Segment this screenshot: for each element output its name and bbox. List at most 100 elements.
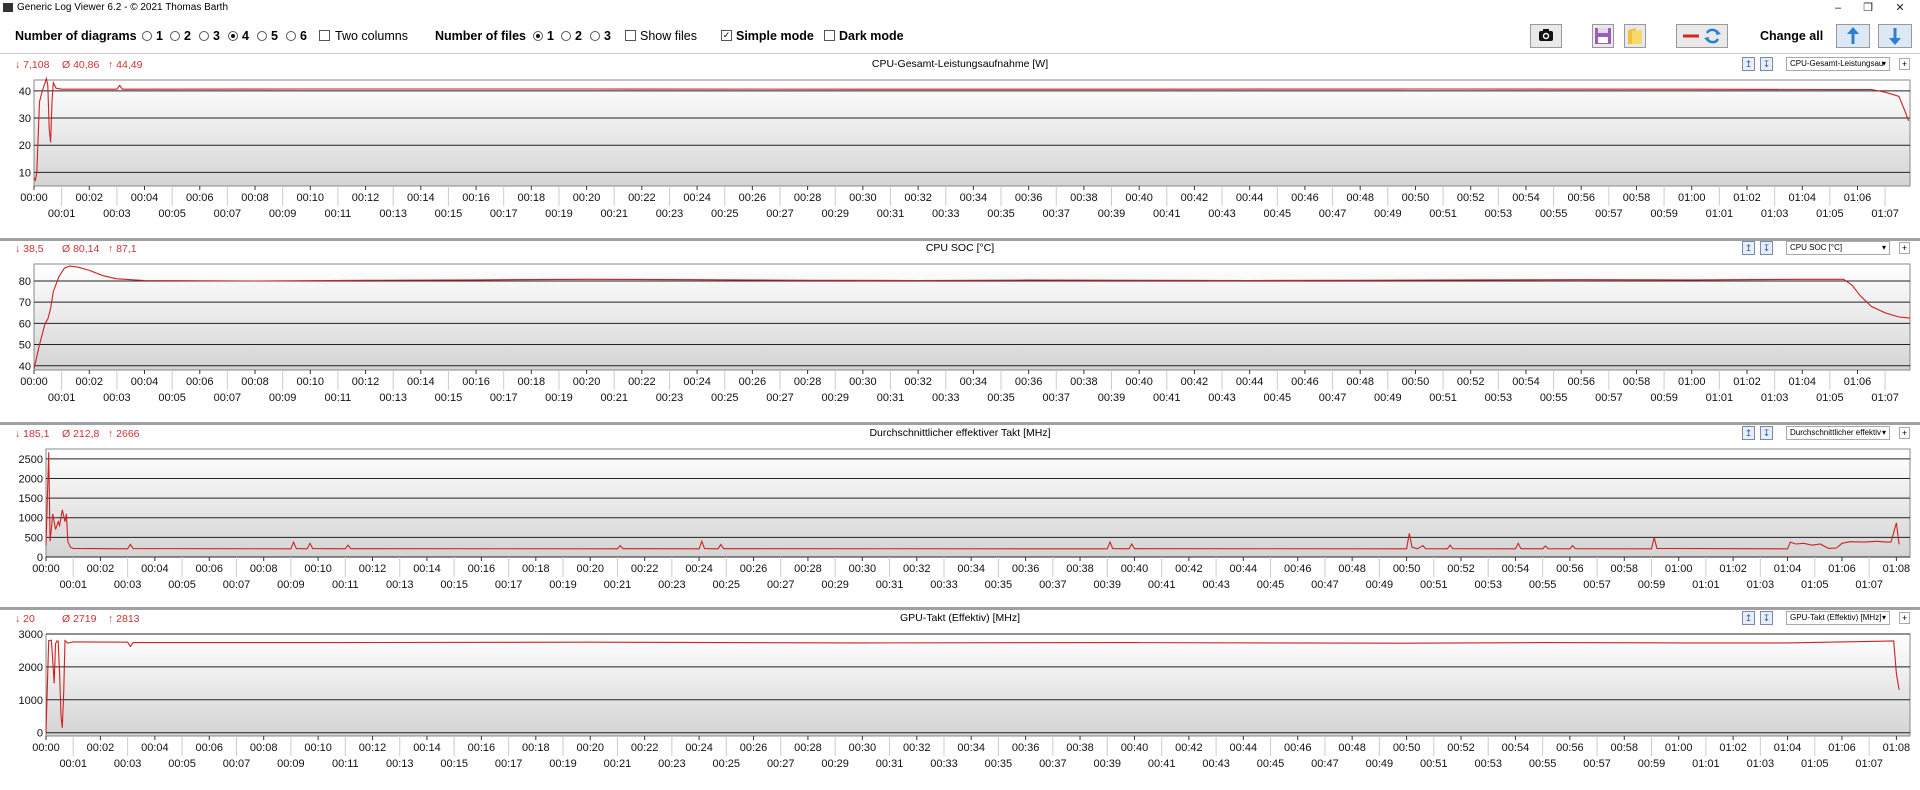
diagrams-radio-4[interactable] bbox=[228, 31, 238, 41]
chart-panel-1: 10 20 30 40 00:00 00:02 00:04 00:06 00:08 00:10 00… bbox=[0, 56, 1920, 236]
x-tick-label: 01:03 bbox=[1747, 758, 1775, 770]
diagrams-radio-6[interactable] bbox=[286, 31, 296, 41]
x-tick-label: 01:00 bbox=[1678, 376, 1706, 388]
y-tick-label: 40 bbox=[19, 361, 31, 373]
x-tick-label: 00:25 bbox=[711, 208, 739, 220]
series-select[interactable]: GPU-Takt (Effektiv) [MHz] ▾ bbox=[1786, 611, 1890, 625]
save-button[interactable] bbox=[1592, 24, 1614, 48]
x-tick-label: 00:52 bbox=[1457, 192, 1485, 204]
x-tick-label: 00:48 bbox=[1346, 376, 1374, 388]
series-select-value: Durchschnittlicher effektiv bbox=[1790, 428, 1881, 437]
two-columns-checkbox[interactable] bbox=[319, 30, 330, 41]
x-tick-label: 01:07 bbox=[1871, 208, 1899, 220]
show-files-label: Show files bbox=[640, 29, 697, 43]
x-tick-label: 00:46 bbox=[1284, 563, 1312, 575]
add-series-button[interactable]: + bbox=[1899, 612, 1910, 624]
x-tick-label: 00:22 bbox=[628, 376, 656, 388]
move-chart-down-button[interactable]: ↧ bbox=[1760, 611, 1773, 625]
series-select[interactable]: CPU SOC [°C] ▾ bbox=[1786, 241, 1890, 255]
minimize-icon[interactable]: – bbox=[1824, 0, 1852, 16]
x-tick-label: 00:57 bbox=[1583, 758, 1611, 770]
x-tick-label: 00:07 bbox=[214, 208, 242, 220]
x-tick-label: 01:06 bbox=[1844, 192, 1872, 204]
x-tick-label: 00:54 bbox=[1512, 192, 1540, 204]
diagrams-radio-1[interactable] bbox=[142, 31, 152, 41]
x-tick-label: 00:31 bbox=[877, 208, 905, 220]
x-tick-label: 00:57 bbox=[1595, 208, 1623, 220]
x-tick-label: 00:19 bbox=[545, 208, 573, 220]
x-tick-label: 00:41 bbox=[1153, 392, 1181, 404]
x-tick-label: 00:17 bbox=[495, 579, 523, 591]
plot-area bbox=[45, 633, 1911, 737]
move-chart-up-button[interactable]: ↥ bbox=[1742, 57, 1755, 71]
x-tick-label: 00:58 bbox=[1623, 376, 1651, 388]
x-tick-label: 00:00 bbox=[32, 742, 60, 754]
x-tick-label: 00:52 bbox=[1457, 376, 1485, 388]
x-tick-label: 00:55 bbox=[1540, 392, 1568, 404]
x-tick-label: 01:07 bbox=[1855, 758, 1883, 770]
move-all-up-button[interactable] bbox=[1836, 24, 1870, 48]
open-folder-button[interactable] bbox=[1624, 24, 1646, 48]
restore-icon[interactable]: ❐ bbox=[1854, 0, 1882, 16]
x-tick-label: 00:26 bbox=[739, 376, 767, 388]
x-tick-label: 00:52 bbox=[1447, 742, 1475, 754]
x-tick-label: 00:15 bbox=[440, 758, 468, 770]
x-tick-label: 00:14 bbox=[413, 563, 441, 575]
files-radio-2[interactable] bbox=[561, 31, 571, 41]
add-series-button[interactable]: + bbox=[1899, 58, 1910, 70]
x-tick-label: 00:31 bbox=[877, 392, 905, 404]
screenshot-button[interactable] bbox=[1530, 24, 1562, 48]
x-tick-label: 00:02 bbox=[87, 563, 115, 575]
diagrams-radio-3[interactable] bbox=[199, 31, 209, 41]
x-tick-label: 00:37 bbox=[1043, 208, 1071, 220]
x-tick-label: 00:44 bbox=[1236, 376, 1264, 388]
line-color-swap-button[interactable] bbox=[1676, 24, 1728, 48]
x-tick-label: 00:19 bbox=[545, 392, 573, 404]
x-tick-label: 00:08 bbox=[241, 192, 269, 204]
x-tick-label: 00:03 bbox=[103, 208, 131, 220]
x-tick-label: 00:38 bbox=[1070, 376, 1098, 388]
x-tick-label: 00:48 bbox=[1346, 192, 1374, 204]
toolbar-separator bbox=[0, 53, 1920, 54]
dark-mode-checkbox[interactable] bbox=[824, 30, 835, 41]
add-series-button[interactable]: + bbox=[1899, 242, 1910, 254]
x-tick-label: 00:10 bbox=[297, 376, 325, 388]
diagrams-radio-label: 1 bbox=[156, 29, 163, 43]
x-tick-label: 01:05 bbox=[1816, 208, 1844, 220]
add-series-button[interactable]: + bbox=[1899, 427, 1910, 439]
files-radio-3[interactable] bbox=[590, 31, 600, 41]
simple-mode-checkbox[interactable]: ✓ bbox=[721, 30, 732, 41]
x-tick-label: 00:33 bbox=[932, 208, 960, 220]
x-tick-label: 00:51 bbox=[1429, 208, 1457, 220]
x-tick-label: 00:59 bbox=[1638, 758, 1666, 770]
y-tick-label: 2000 bbox=[19, 662, 43, 674]
x-tick-label: 00:51 bbox=[1420, 758, 1448, 770]
close-icon[interactable]: ✕ bbox=[1886, 0, 1914, 16]
chart-svg: 40 50 60 70 80 00:00 00:02 00:04 00:06 00:08 00:10… bbox=[19, 263, 1911, 404]
chart-title: CPU SOC [°C] bbox=[925, 242, 995, 254]
move-chart-down-button[interactable]: ↧ bbox=[1760, 426, 1773, 440]
x-tick-label: 00:00 bbox=[32, 563, 60, 575]
x-tick-label: 00:20 bbox=[576, 742, 604, 754]
files-radio-label: 1 bbox=[547, 29, 554, 43]
move-chart-down-button[interactable]: ↧ bbox=[1760, 57, 1773, 71]
move-all-down-button[interactable] bbox=[1878, 24, 1912, 48]
files-radio-label: 3 bbox=[604, 29, 611, 43]
show-files-checkbox[interactable] bbox=[625, 30, 636, 41]
x-tick-label: 01:03 bbox=[1747, 579, 1775, 591]
move-chart-up-button[interactable]: ↥ bbox=[1742, 611, 1755, 625]
files-radio-1[interactable] bbox=[533, 31, 543, 41]
two-columns-label: Two columns bbox=[335, 29, 408, 43]
move-chart-down-button[interactable]: ↧ bbox=[1760, 241, 1773, 255]
x-tick-label: 00:18 bbox=[518, 376, 546, 388]
series-select[interactable]: Durchschnittlicher effektiv ▾ bbox=[1786, 426, 1890, 440]
x-tick-label: 00:21 bbox=[600, 392, 628, 404]
x-tick-label: 00:30 bbox=[849, 742, 877, 754]
move-chart-up-button[interactable]: ↥ bbox=[1742, 241, 1755, 255]
diagrams-radio-2[interactable] bbox=[170, 31, 180, 41]
diagrams-radio-label: 2 bbox=[184, 29, 191, 43]
diagrams-radio-5[interactable] bbox=[257, 31, 267, 41]
move-chart-up-button[interactable]: ↥ bbox=[1742, 426, 1755, 440]
series-select[interactable]: CPU-Gesamt-Leistungsau ▾ bbox=[1786, 57, 1890, 71]
camera-icon bbox=[1539, 29, 1553, 41]
